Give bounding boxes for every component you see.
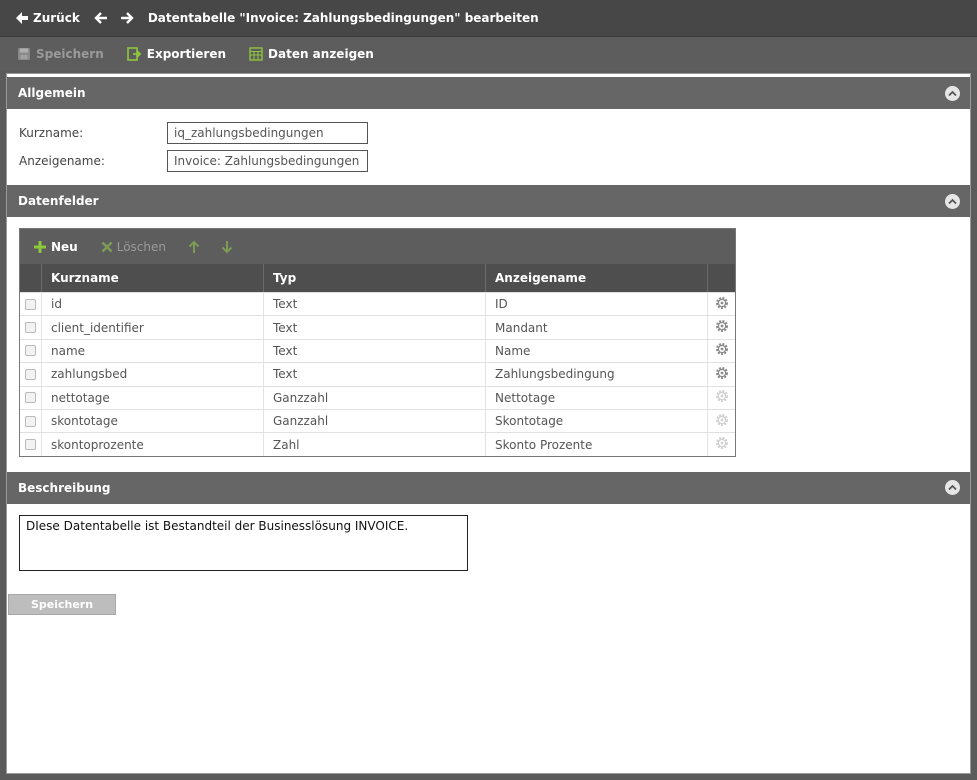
- row-checkbox[interactable]: [25, 368, 36, 380]
- header-select-cell: [20, 264, 42, 292]
- delete-field-label: Löschen: [116, 239, 166, 254]
- move-down-button[interactable]: [221, 240, 233, 254]
- export-button[interactable]: Exportieren: [126, 47, 227, 61]
- show-data-button[interactable]: Daten anzeigen: [249, 47, 374, 61]
- new-field-label: Neu: [51, 239, 78, 254]
- delete-field-button[interactable]: Löschen: [101, 240, 166, 254]
- column-header-type[interactable]: Typ: [264, 264, 486, 292]
- row-checkbox[interactable]: [25, 298, 36, 310]
- export-icon: [126, 47, 142, 61]
- cell-short-name: skontotage: [42, 409, 264, 433]
- table-row[interactable]: skontoprozente Zahl Skonto Prozente: [20, 432, 735, 456]
- cell-short-name: nettotage: [42, 386, 264, 409]
- save-label: Speichern: [36, 47, 104, 61]
- description-textarea[interactable]: DIese Datentabelle ist Bestandteil der B…: [19, 514, 468, 571]
- arrow-up-icon: [188, 240, 200, 253]
- display-name-label: Anzeigename:: [19, 154, 105, 168]
- gear-icon[interactable]: [715, 413, 729, 430]
- table-row[interactable]: id Text ID: [20, 292, 735, 316]
- gear-icon[interactable]: [715, 436, 729, 453]
- cell-type: Zahl: [264, 433, 486, 456]
- history-nav: [94, 11, 134, 25]
- row-checkbox[interactable]: [25, 345, 36, 357]
- collapse-fields-button[interactable]: [945, 193, 960, 209]
- new-field-button[interactable]: Neu: [33, 240, 78, 254]
- display-name-input[interactable]: Invoice: Zahlungsbedingungen: [167, 150, 368, 172]
- cell-type: Ganzzahl: [264, 386, 486, 409]
- section-general-title: Allgemein: [18, 86, 86, 100]
- short-name-row: Kurzname: iq_zahlungsbedingungen: [7, 119, 970, 147]
- plus-icon: [34, 240, 46, 253]
- save-button[interactable]: Speichern: [17, 47, 104, 61]
- content-panel: Allgemein Kurzname: iq_zahlungsbedingung…: [6, 73, 971, 774]
- section-description-title: Beschreibung: [18, 480, 111, 495]
- section-fields-header: Datenfelder: [7, 185, 970, 217]
- grid-toolbar: Neu Löschen: [20, 229, 735, 264]
- gear-icon[interactable]: [715, 389, 729, 406]
- cell-type: Text: [264, 316, 486, 339]
- table-row[interactable]: zahlungsbed Text Zahlungsbedingung: [20, 362, 735, 386]
- short-name-label: Kurzname:: [19, 126, 84, 140]
- chevron-up-icon: [948, 484, 957, 491]
- row-checkbox[interactable]: [25, 415, 36, 427]
- table-row[interactable]: client_identifier Text Mandant: [20, 315, 735, 339]
- table-row[interactable]: nettotage Ganzzahl Nettotage: [20, 385, 735, 409]
- move-up-button[interactable]: [188, 240, 200, 254]
- collapse-description-button[interactable]: [945, 480, 960, 496]
- cell-type: Text: [264, 363, 486, 386]
- column-header-short-name[interactable]: Kurzname: [42, 264, 264, 292]
- cell-short-name: name: [42, 339, 264, 363]
- row-checkbox[interactable]: [25, 322, 36, 334]
- arrow-down-icon: [221, 240, 233, 253]
- short-name-input[interactable]: iq_zahlungsbedingungen: [167, 122, 368, 144]
- section-description-header: Beschreibung: [7, 471, 970, 504]
- section-general-header: Allgemein: [7, 77, 970, 109]
- cell-display-name: Zahlungsbedingung: [486, 363, 708, 386]
- main-toolbar: Speichern Exportieren Daten anzeigen: [0, 37, 977, 71]
- column-header-display-name[interactable]: Anzeigename: [486, 264, 708, 292]
- collapse-general-button[interactable]: [945, 85, 960, 101]
- cell-short-name: skontoprozente: [42, 433, 264, 456]
- title-bar: Zurück Datentabelle "Invoice: Zahlungsbe…: [0, 0, 977, 37]
- page-title: Datentabelle "Invoice: Zahlungsbedingung…: [147, 11, 539, 25]
- back-arrow-icon: [16, 12, 28, 24]
- cell-short-name: zahlungsbed: [42, 363, 264, 386]
- back-label: Zurück: [33, 11, 80, 25]
- row-checkbox[interactable]: [25, 439, 36, 451]
- arrow-right-icon[interactable]: [120, 11, 134, 25]
- cell-display-name: Name: [486, 339, 708, 363]
- cell-display-name: Skontotage: [486, 409, 708, 433]
- gear-icon[interactable]: [715, 342, 729, 359]
- cell-type: Ganzzahl: [264, 409, 486, 433]
- save-bottom-button[interactable]: Speichern: [8, 594, 116, 615]
- table-row[interactable]: name Text Name: [20, 338, 735, 363]
- chevron-up-icon: [948, 90, 957, 96]
- gear-icon[interactable]: [715, 319, 729, 336]
- cell-short-name: client_identifier: [42, 316, 264, 339]
- back-button[interactable]: Zurück: [15, 11, 80, 25]
- x-icon: [101, 241, 113, 252]
- floppy-disk-icon: [18, 48, 30, 60]
- row-checkbox[interactable]: [25, 392, 36, 404]
- chevron-up-icon: [948, 198, 957, 204]
- gear-icon[interactable]: [715, 296, 729, 313]
- section-fields-title: Datenfelder: [18, 194, 99, 208]
- cell-type: Text: [264, 293, 486, 316]
- table-row[interactable]: skontotage Ganzzahl Skontotage: [20, 408, 735, 433]
- grid-header: Kurzname Typ Anzeigename: [20, 264, 735, 292]
- arrow-left-icon[interactable]: [94, 11, 108, 25]
- cell-display-name: Nettotage: [486, 386, 708, 409]
- cell-short-name: id: [42, 293, 264, 316]
- cell-type: Text: [264, 339, 486, 363]
- header-actions-cell: [708, 264, 735, 292]
- show-data-label: Daten anzeigen: [268, 47, 374, 61]
- fields-grid: Neu Löschen Kurzname Typ Anzeigename id …: [19, 228, 736, 457]
- display-name-row: Anzeigename: Invoice: Zahlungsbedingunge…: [7, 147, 970, 175]
- cell-display-name: Skonto Prozente: [486, 433, 708, 456]
- cell-display-name: ID: [486, 293, 708, 316]
- export-label: Exportieren: [146, 47, 227, 61]
- gear-icon[interactable]: [715, 366, 729, 383]
- cell-display-name: Mandant: [486, 316, 708, 339]
- table-icon: [249, 47, 263, 61]
